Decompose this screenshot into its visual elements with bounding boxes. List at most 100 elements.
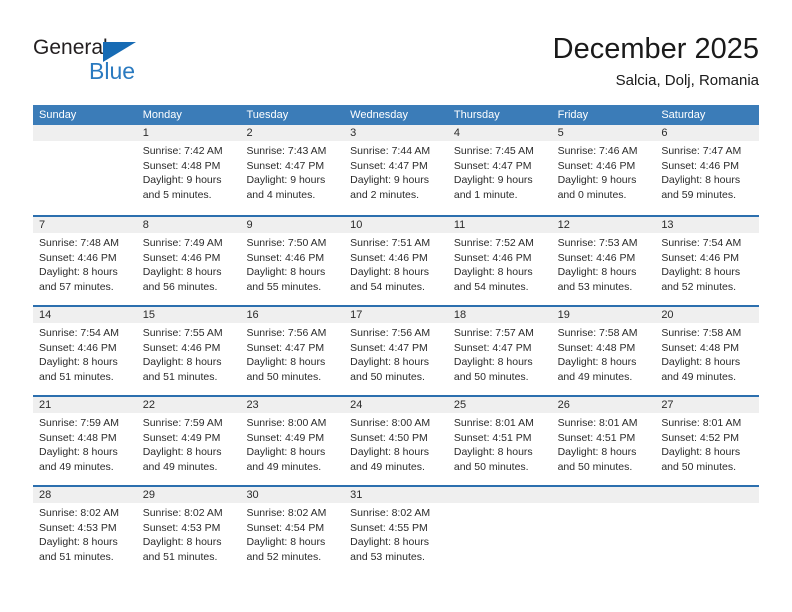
- day-sunrise-text: Sunrise: 7:55 AM: [142, 327, 223, 339]
- day-sunset-text: Sunset: 4:54 PM: [246, 521, 325, 534]
- calendar-day-cell[interactable]: 25 Sunrise: 8:01 AM Sunset: 4:51 PM Dayligh…: [448, 397, 552, 487]
- calendar-day-cell[interactable]: 23 Sunrise: 8:00 AM Sunset: 4:49 PM Dayligh…: [240, 397, 344, 487]
- calendar-day-cell[interactable]: 13 Sunrise: 7:54 AM Sunset: 4:46 PM Dayligh…: [655, 217, 759, 307]
- day-sun-info: Sunrise: 7:43 AM Sunset: 4:47 PM Daylight:…: [246, 144, 339, 202]
- day-sunset-text: Sunset: 4:46 PM: [661, 251, 739, 264]
- day-sunset-text: Sunset: 4:46 PM: [142, 341, 221, 354]
- day-daylight-line2-text: and 55 minutes.: [246, 280, 322, 293]
- day-daylight-line1-text: Daylight: 8 hours: [142, 266, 222, 278]
- page-title: December 2025: [552, 33, 759, 65]
- day-sun-info: Sunrise: 7:49 AM Sunset: 4:46 PM Daylight:…: [143, 236, 236, 294]
- day-daylight-line2-text: and 50 minutes.: [453, 370, 529, 383]
- day-sunrise-text: Sunrise: 7:56 AM: [246, 327, 327, 339]
- calendar-day-cell[interactable]: 12 Sunrise: 7:53 AM Sunset: 4:46 PM Dayligh…: [552, 217, 656, 307]
- day-number: 24: [350, 399, 363, 411]
- day-sunrise-text: Sunrise: 7:58 AM: [557, 327, 638, 339]
- calendar-day-cell[interactable]: 16 Sunrise: 7:56 AM Sunset: 4:47 PM Dayligh…: [240, 307, 344, 397]
- calendar-day-cell[interactable]: 1 Sunrise: 7:42 AM Sunset: 4:48 PM Daylight…: [137, 125, 241, 215]
- day-daylight-line1-text: Daylight: 8 hours: [350, 266, 429, 278]
- calendar-day-cell[interactable]: 30 Sunrise: 8:02 AM Sunset: 4:54 PM Dayligh…: [240, 487, 344, 577]
- day-sun-info: Sunrise: 7:47 AM Sunset: 4:46 PM Daylight:…: [661, 144, 754, 202]
- day-sunset-text: Sunset: 4:47 PM: [246, 341, 325, 354]
- day-sun-info: Sunrise: 7:42 AM Sunset: 4:48 PM Daylight:…: [143, 144, 236, 202]
- calendar-day-cell[interactable]: 4 Sunrise: 7:45 AM Sunset: 4:47 PM Daylight…: [448, 125, 552, 215]
- day-number: 16: [246, 309, 259, 321]
- day-sunrise-text: Sunrise: 7:51 AM: [350, 237, 431, 249]
- day-sunrise-text: Sunrise: 8:01 AM: [557, 417, 638, 429]
- day-daylight-line1-text: Daylight: 8 hours: [246, 446, 326, 458]
- day-sun-info: Sunrise: 7:57 AM Sunset: 4:47 PM Daylight:…: [454, 326, 547, 384]
- day-daylight-line1-text: Daylight: 9 hours: [142, 174, 222, 186]
- day-daylight-line2-text: and 49 minutes.: [142, 460, 218, 473]
- day-sunrise-text: Sunrise: 7:58 AM: [661, 327, 742, 339]
- day-daylight-line1-text: Daylight: 8 hours: [453, 266, 533, 278]
- day-sun-info: Sunrise: 7:56 AM Sunset: 4:47 PM Daylight:…: [246, 326, 339, 384]
- calendar-day-cell[interactable]: 3 Sunrise: 7:44 AM Sunset: 4:47 PM Daylight…: [344, 125, 448, 215]
- calendar-day-cell[interactable]: 6 Sunrise: 7:47 AM Sunset: 4:46 PM Daylight…: [655, 125, 759, 215]
- weekday-header-thursday: Thursday: [453, 109, 500, 121]
- day-number: 23: [246, 399, 259, 411]
- day-sunset-text: Sunset: 4:46 PM: [39, 251, 117, 264]
- day-number: 14: [39, 309, 52, 321]
- day-daylight-line1-text: Daylight: 8 hours: [661, 356, 741, 368]
- day-sunrise-text: Sunrise: 8:00 AM: [350, 417, 431, 429]
- calendar-day-cell[interactable]: 10 Sunrise: 7:51 AM Sunset: 4:46 PM Dayligh…: [344, 217, 448, 307]
- calendar-day-cell[interactable]: 24 Sunrise: 8:00 AM Sunset: 4:50 PM Dayligh…: [344, 397, 448, 487]
- calendar-day-cell[interactable]: 19 Sunrise: 7:58 AM Sunset: 4:48 PM Dayligh…: [552, 307, 656, 397]
- day-number: 15: [142, 309, 155, 321]
- day-daylight-line1-text: Daylight: 8 hours: [557, 356, 637, 368]
- day-daylight-line2-text: and 51 minutes.: [39, 550, 114, 563]
- day-daylight-line2-text: and 51 minutes.: [142, 550, 218, 563]
- calendar-day-cell[interactable]: 22 Sunrise: 7:59 AM Sunset: 4:49 PM Dayligh…: [137, 397, 241, 487]
- calendar-week-row: 14 Sunrise: 7:54 AM Sunset: 4:46 PM Dayligh…: [33, 305, 759, 395]
- weekday-header-row: Sunday Monday Tuesday Wednesday Thursday Frid…: [33, 105, 759, 125]
- calendar-day-cell[interactable]: 18 Sunrise: 7:57 AM Sunset: 4:47 PM Dayligh…: [448, 307, 552, 397]
- calendar-week-row: 21 Sunrise: 7:59 AM Sunset: 4:48 PM Dayligh…: [33, 395, 759, 485]
- day-sun-info: Sunrise: 7:58 AM Sunset: 4:48 PM Daylight:…: [558, 326, 651, 384]
- day-daylight-line1-text: Daylight: 8 hours: [142, 446, 222, 458]
- day-daylight-line2-text: and 53 minutes.: [557, 280, 633, 293]
- day-sunset-text: Sunset: 4:47 PM: [453, 341, 532, 354]
- day-number: 18: [453, 309, 467, 321]
- weekday-header-saturday: Saturday: [661, 109, 706, 121]
- calendar-day-cell[interactable]: 15 Sunrise: 7:55 AM Sunset: 4:46 PM Dayligh…: [137, 307, 241, 397]
- day-number: 1: [142, 127, 149, 139]
- day-sun-info: Sunrise: 8:00 AM Sunset: 4:50 PM Daylight:…: [350, 416, 443, 474]
- day-daylight-line1-text: Daylight: 8 hours: [39, 446, 118, 458]
- day-sunset-text: Sunset: 4:46 PM: [557, 251, 636, 264]
- calendar-day-cell[interactable]: 17 Sunrise: 7:56 AM Sunset: 4:47 PM Dayligh…: [344, 307, 448, 397]
- page-header: General Blue December 2025 Salcia, Dolj,…: [0, 0, 792, 100]
- day-sun-info: Sunrise: 7:54 AM Sunset: 4:46 PM Daylight:…: [39, 326, 132, 384]
- calendar-day-cell[interactable]: 14 Sunrise: 7:54 AM Sunset: 4:46 PM Dayligh…: [33, 307, 137, 397]
- calendar-day-cell[interactable]: 20 Sunrise: 7:58 AM Sunset: 4:48 PM Dayligh…: [655, 307, 759, 397]
- day-sunrise-text: Sunrise: 7:46 AM: [557, 145, 638, 157]
- calendar-day-cell[interactable]: 5 Sunrise: 7:46 AM Sunset: 4:46 PM Daylight…: [552, 125, 656, 215]
- day-sunrise-text: Sunrise: 7:52 AM: [453, 237, 534, 249]
- day-sunrise-text: Sunrise: 7:47 AM: [661, 145, 742, 157]
- calendar-day-cell[interactable]: 26 Sunrise: 8:01 AM Sunset: 4:51 PM Dayligh…: [552, 397, 656, 487]
- calendar-day-cell[interactable]: 21 Sunrise: 7:59 AM Sunset: 4:48 PM Dayligh…: [33, 397, 137, 487]
- day-number: 19: [557, 309, 570, 321]
- day-sun-info: Sunrise: 8:02 AM Sunset: 4:53 PM Daylight:…: [39, 506, 132, 564]
- day-number: 11: [453, 219, 466, 231]
- day-number: 3: [350, 127, 357, 139]
- day-sunrise-text: Sunrise: 7:54 AM: [661, 237, 742, 249]
- calendar-day-cell[interactable]: 9 Sunrise: 7:50 AM Sunset: 4:46 PM Daylight…: [240, 217, 344, 307]
- calendar-day-cell[interactable]: 28 Sunrise: 8:02 AM Sunset: 4:53 PM Dayligh…: [33, 487, 137, 577]
- calendar-day-cell[interactable]: 8 Sunrise: 7:49 AM Sunset: 4:46 PM Daylight…: [137, 217, 241, 307]
- calendar-day-cell[interactable]: 27 Sunrise: 8:01 AM Sunset: 4:52 PM Dayligh…: [655, 397, 759, 487]
- day-sunrise-text: Sunrise: 7:53 AM: [557, 237, 638, 249]
- calendar-day-cell[interactable]: 31 Sunrise: 8:02 AM Sunset: 4:55 PM Dayligh…: [344, 487, 448, 577]
- day-daylight-line2-text: and 2 minutes.: [350, 188, 420, 201]
- calendar-day-cell[interactable]: 11 Sunrise: 7:52 AM Sunset: 4:46 PM Dayligh…: [448, 217, 552, 307]
- day-sun-info: Sunrise: 7:51 AM Sunset: 4:46 PM Daylight:…: [350, 236, 443, 294]
- calendar-day-cell-empty: [448, 487, 552, 577]
- day-sun-info: Sunrise: 7:56 AM Sunset: 4:47 PM Daylight:…: [350, 326, 443, 384]
- calendar-day-cell[interactable]: 7 Sunrise: 7:48 AM Sunset: 4:46 PM Daylight…: [33, 217, 137, 307]
- calendar-day-cell[interactable]: 29 Sunrise: 8:02 AM Sunset: 4:53 PM Dayligh…: [137, 487, 241, 577]
- day-daylight-line1-text: Daylight: 9 hours: [453, 174, 533, 186]
- weekday-header-wednesday: Wednesday: [350, 109, 409, 121]
- day-sunset-text: Sunset: 4:46 PM: [661, 159, 739, 172]
- calendar-day-cell[interactable]: 2 Sunrise: 7:43 AM Sunset: 4:47 PM Daylight…: [240, 125, 344, 215]
- day-sunrise-text: Sunrise: 7:42 AM: [142, 145, 223, 157]
